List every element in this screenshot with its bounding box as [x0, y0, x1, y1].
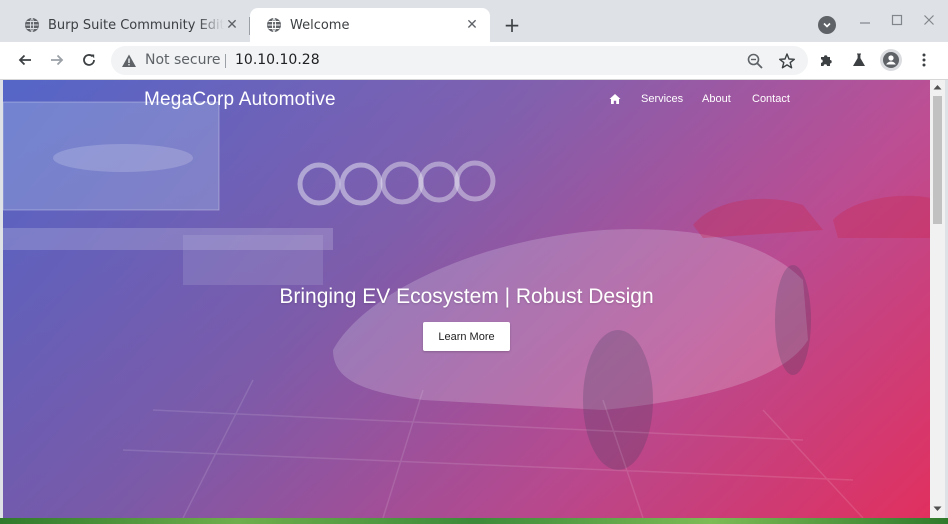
warning-icon[interactable]: [121, 53, 137, 69]
tab-strip: Burp Suite Community Edition ✕ Welcome ✕…: [0, 0, 948, 42]
nav-link-services[interactable]: Services: [641, 93, 683, 105]
menu-icon: [922, 53, 926, 67]
profile-button[interactable]: [880, 49, 902, 71]
scroll-up-icon[interactable]: [933, 84, 942, 90]
tab-search-button[interactable]: [818, 16, 836, 34]
chevron-down-icon: [823, 22, 831, 28]
security-status[interactable]: Not secure: [145, 52, 221, 68]
tab-burp-suite[interactable]: Burp Suite Community Edition ✕: [8, 8, 250, 42]
forward-icon: [51, 54, 64, 66]
extensions-button[interactable]: [817, 50, 837, 70]
reload-button[interactable]: [79, 50, 99, 70]
browser-toolbar: Not secure 10.10.10.28: [0, 42, 948, 80]
desktop-wallpaper: [0, 518, 948, 524]
maximize-icon[interactable]: [889, 12, 905, 28]
browser-window: Burp Suite Community Edition ✕ Welcome ✕…: [0, 0, 948, 518]
star-icon[interactable]: [778, 52, 796, 70]
tab-title: Burp Suite Community Edition: [48, 17, 224, 33]
new-tab-button[interactable]: +: [500, 13, 524, 37]
forward-button[interactable]: [47, 50, 67, 70]
site-brand[interactable]: MegaCorp Automotive: [144, 89, 336, 111]
site-navbar: MegaCorp Automotive Services About Conta…: [3, 80, 930, 120]
scroll-down-icon[interactable]: [933, 506, 942, 512]
minimize-icon[interactable]: [857, 12, 873, 28]
extensions-icon: [821, 55, 832, 66]
reload-icon: [83, 54, 95, 66]
back-icon: [18, 54, 31, 66]
url-text[interactable]: 10.10.10.28: [235, 52, 320, 68]
page-viewport: MegaCorp Automotive Services About Conta…: [3, 80, 930, 518]
tab-title: Welcome: [290, 17, 350, 33]
profile-icon: [883, 52, 899, 68]
home-icon[interactable]: [609, 93, 621, 105]
tab-welcome[interactable]: Welcome ✕: [250, 8, 490, 42]
globe-icon: [25, 17, 39, 33]
hero-heading: Bringing EV Ecosystem | Robust Design: [279, 285, 654, 309]
back-button[interactable]: [15, 50, 35, 70]
globe-icon: [267, 17, 281, 33]
labs-button[interactable]: [849, 50, 869, 70]
close-icon[interactable]: [921, 12, 937, 28]
address-bar[interactable]: Not secure 10.10.10.28: [111, 46, 808, 75]
page-scrollbar[interactable]: [930, 80, 945, 518]
nav-link-about[interactable]: About: [702, 93, 731, 105]
tab-close-icon[interactable]: ✕: [224, 17, 240, 33]
learn-more-button[interactable]: Learn More: [423, 322, 510, 351]
labs-icon: [853, 53, 865, 66]
scrollbar-thumb[interactable]: [933, 96, 942, 224]
zoom-icon[interactable]: [746, 52, 764, 70]
menu-button[interactable]: [914, 50, 934, 70]
nav-link-contact[interactable]: Contact: [752, 93, 790, 105]
tab-close-icon[interactable]: ✕: [464, 17, 480, 33]
address-divider: [225, 54, 226, 68]
